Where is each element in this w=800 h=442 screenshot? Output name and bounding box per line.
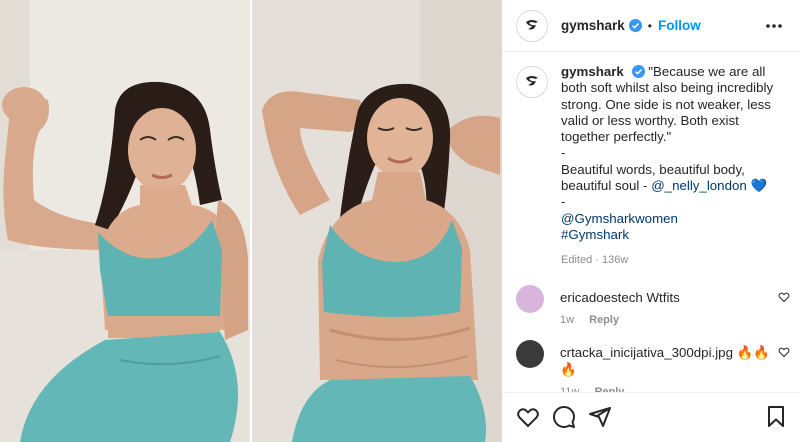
more-options-icon[interactable]	[764, 16, 784, 36]
header-username[interactable]: gymshark	[561, 18, 625, 33]
caption-username[interactable]: gymshark	[561, 64, 624, 79]
commenter-avatar[interactable]	[516, 340, 544, 368]
action-bar	[502, 392, 800, 442]
gymshark-logo-icon	[526, 76, 538, 86]
comment-meta: 1w Reply	[560, 312, 770, 329]
caption-dash-2: -	[561, 194, 566, 210]
hashtag-link[interactable]: #Gymshark	[561, 227, 629, 242]
post-sidebar: gymshark • Follow gymshark "Because we a…	[502, 0, 800, 442]
share-icon[interactable]	[588, 405, 612, 429]
caption-avatar[interactable]	[516, 66, 548, 98]
comment-text: Wtfits	[646, 290, 680, 305]
comment-username[interactable]: ericadoestech	[560, 290, 643, 305]
commenter-avatar[interactable]	[516, 285, 544, 313]
edited-separator: ·	[595, 254, 599, 267]
comment-age: 1w	[560, 314, 575, 326]
heart-icon[interactable]	[516, 405, 540, 429]
comment-like-icon[interactable]	[778, 346, 790, 358]
post-photo	[0, 0, 502, 442]
post-image	[0, 0, 502, 442]
header-separator: •	[647, 18, 652, 33]
gymshark-avatar[interactable]	[516, 9, 548, 42]
follow-button[interactable]: Follow	[658, 18, 701, 33]
edited-label: Edited	[561, 254, 593, 267]
caption-meta: Edited · 136w	[561, 252, 787, 268]
caption-dash: -	[561, 145, 566, 161]
verified-badge-icon	[628, 19, 642, 32]
mention-link[interactable]: @_nelly_london	[651, 178, 747, 193]
comment-item: ericadoestech Wtfits 1w Reply	[516, 285, 800, 329]
gymshark-logo-icon	[526, 19, 538, 29]
comment-like-icon[interactable]	[778, 291, 790, 303]
post-header: gymshark • Follow	[502, 0, 800, 52]
reply-button[interactable]: Reply	[589, 314, 619, 326]
verified-badge-icon	[631, 65, 645, 78]
caption-age: 136w	[602, 254, 629, 267]
caption-text: gymshark "Because we are all both soft w…	[561, 64, 787, 269]
comment-username[interactable]: crtacka_inicijativa_300dpi.jpg	[560, 345, 733, 360]
mention-link-2[interactable]: @Gymsharkwomen	[561, 211, 678, 226]
post-caption: gymshark "Because we are all both soft w…	[516, 64, 800, 269]
bookmark-icon[interactable]	[764, 405, 788, 429]
comment-icon[interactable]	[552, 405, 576, 429]
blue-heart-emoji: 💙	[750, 178, 768, 194]
comment-body: ericadoestech Wtfits 1w Reply	[560, 289, 770, 329]
